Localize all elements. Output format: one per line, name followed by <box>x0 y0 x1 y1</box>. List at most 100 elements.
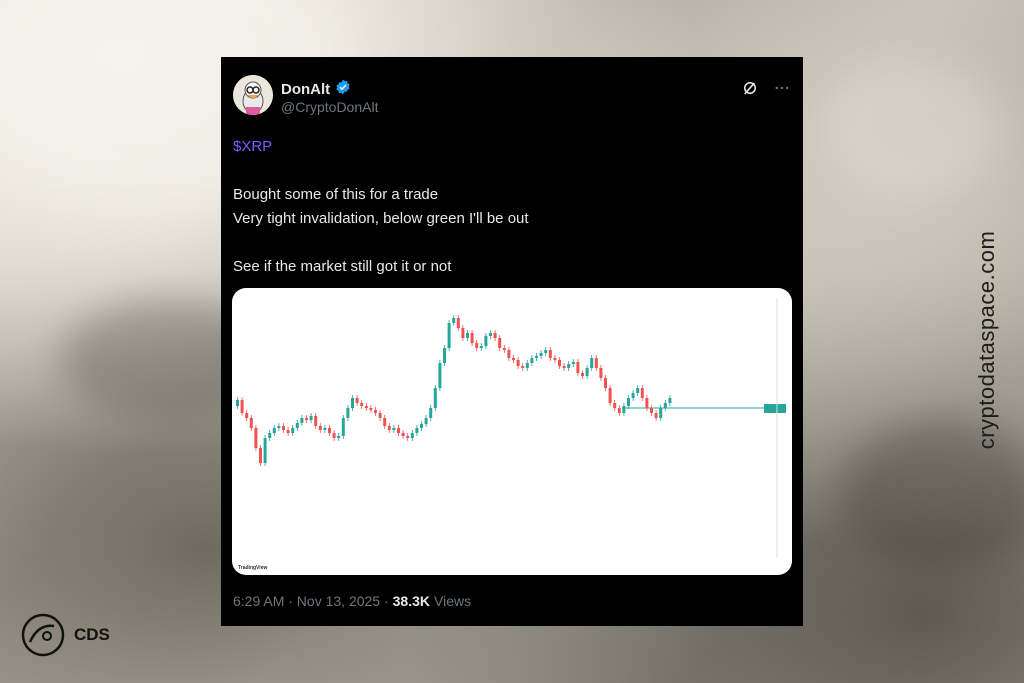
candle <box>424 418 428 424</box>
candle <box>659 408 663 418</box>
candle <box>498 338 502 348</box>
candle <box>636 388 640 393</box>
more-icon[interactable] <box>773 79 791 102</box>
candle <box>420 424 423 428</box>
candle <box>433 388 437 408</box>
candle <box>438 363 442 388</box>
candle <box>650 408 653 413</box>
chart-watermark: TradingView <box>238 565 268 571</box>
tweet-text: $XRP Bought some of this for a trade Ver… <box>233 135 529 279</box>
cashtag-link[interactable]: $XRP <box>233 138 272 155</box>
candle <box>558 360 561 366</box>
candle <box>364 406 368 408</box>
candle <box>263 438 267 463</box>
candle <box>654 413 658 418</box>
candle <box>461 328 465 338</box>
candle <box>369 408 373 410</box>
candle <box>415 428 419 433</box>
candle <box>479 346 483 348</box>
candle <box>277 426 281 428</box>
candle <box>576 362 580 373</box>
candle <box>300 418 304 423</box>
tweet-body-text: Bought some of this for a trade Very tig… <box>233 186 529 275</box>
candle <box>387 426 391 430</box>
cds-logo-icon <box>21 613 65 657</box>
candle <box>383 418 387 426</box>
logo-name: CDS <box>74 625 110 644</box>
candle <box>272 428 276 433</box>
candle <box>516 360 520 366</box>
candle <box>640 388 644 398</box>
candle <box>562 366 566 368</box>
candle <box>346 408 350 418</box>
candle <box>447 323 451 348</box>
candle <box>406 436 410 438</box>
candle <box>259 448 262 463</box>
candle <box>613 403 617 408</box>
candle <box>328 428 331 433</box>
views-count: 38.3K <box>392 593 430 609</box>
candle <box>240 400 244 413</box>
candle <box>553 358 557 360</box>
candle <box>512 358 515 360</box>
candle <box>351 398 354 408</box>
candle <box>443 348 446 363</box>
candle <box>544 350 548 353</box>
candle <box>374 410 377 413</box>
candle <box>493 333 497 338</box>
tweet-card: DonAlt @CryptoDonAlt $XRP Bought some of <box>221 57 803 626</box>
candle <box>470 333 474 343</box>
candle <box>594 358 598 368</box>
candle <box>617 408 621 413</box>
candle <box>249 418 253 428</box>
candle <box>599 368 603 378</box>
candle <box>535 356 538 358</box>
candle <box>484 336 488 346</box>
candle <box>590 358 594 368</box>
chart-image[interactable]: TradingView <box>232 288 792 575</box>
candle <box>337 436 341 438</box>
candle <box>309 416 313 420</box>
candle <box>355 398 359 403</box>
candle <box>456 318 460 328</box>
candle <box>245 413 249 418</box>
candle <box>475 343 479 348</box>
candle <box>631 393 635 398</box>
views-label: Views <box>434 593 472 609</box>
candle <box>608 388 612 403</box>
candle <box>604 378 607 388</box>
candle <box>645 398 649 408</box>
candle <box>521 366 525 368</box>
candle <box>323 428 327 430</box>
timestamp[interactable]: 6:29 AM · Nov 13, 2025 · <box>233 593 389 609</box>
candle <box>581 373 584 376</box>
verified-badge-icon <box>335 79 351 100</box>
candle <box>282 426 285 430</box>
handle[interactable]: @CryptoDonAlt <box>281 99 378 115</box>
candle <box>627 398 630 406</box>
candle <box>401 433 405 436</box>
candle <box>548 350 552 358</box>
candle <box>360 403 364 406</box>
candle <box>585 368 589 376</box>
candle <box>663 403 667 408</box>
candle <box>341 418 345 436</box>
candle <box>525 363 529 368</box>
chart-svg <box>236 298 786 558</box>
candle <box>410 433 414 438</box>
candle <box>295 423 299 428</box>
grok-icon[interactable] <box>741 79 759 102</box>
candle <box>305 418 308 420</box>
candle <box>318 426 322 430</box>
site-watermark: cryptodataspace.com <box>974 230 999 450</box>
candle <box>378 413 382 418</box>
candle <box>332 433 336 438</box>
avatar[interactable] <box>233 75 273 115</box>
candle <box>429 408 433 418</box>
candle <box>291 428 295 433</box>
candle <box>489 333 492 336</box>
display-name[interactable]: DonAlt <box>281 81 330 98</box>
cds-logo: CDS <box>20 612 110 658</box>
candle <box>622 406 626 413</box>
candle <box>530 358 534 363</box>
